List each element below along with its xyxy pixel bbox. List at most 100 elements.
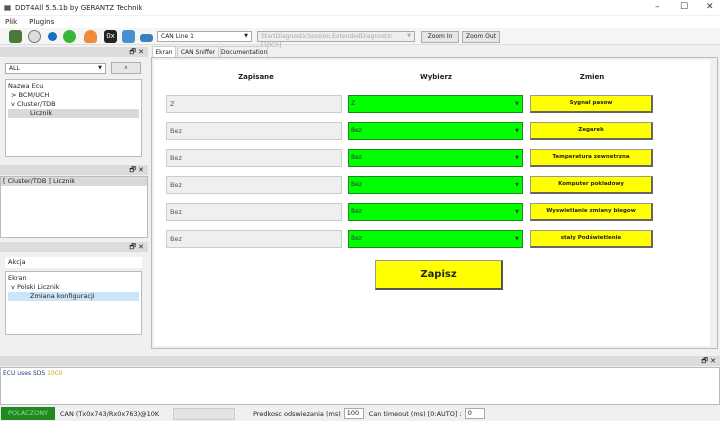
tree-item-licznik[interactable]: Licznik xyxy=(8,109,139,118)
screens-tree: Ekran v Polski Licznik Zmiana konfigurac… xyxy=(5,271,142,335)
timeout-label: Can timeout (ms) [0:AUTO] : xyxy=(368,409,462,418)
minimize-button[interactable]: – xyxy=(655,2,660,12)
tree-header: Nazwa Ecu xyxy=(8,82,44,90)
connection-status: POLACZONY xyxy=(1,407,55,420)
selected-ecu-item[interactable]: [ Cluster/TDB ] Licznik xyxy=(1,177,147,186)
tree-item-polski-licznik[interactable]: v Polski Licznik xyxy=(8,283,139,292)
choice-value: Bez xyxy=(351,127,362,134)
tab-documentation[interactable]: Documentation xyxy=(220,46,268,57)
chevron-down-icon[interactable]: v xyxy=(11,283,15,291)
saved-value-field: Bez xyxy=(166,203,342,221)
change-button[interactable]: Sygnal pasow xyxy=(530,95,653,113)
choice-select[interactable]: Z ▼ xyxy=(348,95,523,113)
change-button[interactable]: Wyswietlanie zmiany biegow xyxy=(530,203,653,221)
chevron-down-icon: ▼ xyxy=(515,209,519,215)
selected-ecu-list: [ Cluster/TDB ] Licznik xyxy=(0,176,148,238)
choice-value: Bez xyxy=(351,235,362,242)
chevron-right-icon[interactable]: > xyxy=(11,91,16,99)
tree-item-bcm[interactable]: > BCM/UCH xyxy=(8,91,139,100)
log-output: ECU uses SDS 10C0 xyxy=(0,367,720,405)
zoom-in-button[interactable]: Zoom In xyxy=(421,31,459,43)
search-ecu-button[interactable]: ⌕ xyxy=(111,62,141,74)
menu-plik[interactable]: Plik xyxy=(5,18,17,26)
refresh-icon[interactable] xyxy=(48,32,57,41)
session-value: StartDiagnosticSession.ExtendedDiagnosti… xyxy=(261,33,393,49)
tree-item-cluster[interactable]: v Cluster/TDB xyxy=(8,100,139,109)
chevron-down-icon: ▼ xyxy=(515,182,519,188)
chevron-down-icon: ▼ xyxy=(244,33,248,39)
choice-value: Bez xyxy=(351,181,362,188)
refresh-spinner[interactable]: 100 xyxy=(343,408,364,419)
refresh-label: Predkosc odswiezania (ms) xyxy=(253,409,341,418)
saved-value-field: Bez xyxy=(166,122,342,140)
filter-value: ALL xyxy=(9,65,20,72)
progress-bar xyxy=(173,407,235,420)
heart-icon[interactable] xyxy=(84,30,97,43)
tree-header: Ekran xyxy=(8,274,27,282)
saved-value-field: Z xyxy=(166,95,342,113)
ecu-connect-icon[interactable] xyxy=(9,30,22,43)
app-icon xyxy=(4,4,11,11)
settings-icon[interactable] xyxy=(122,30,135,43)
choice-select[interactable]: Bez ▼ xyxy=(348,176,523,194)
chevron-down-icon: ▼ xyxy=(515,236,519,242)
ecu-scan-icon[interactable] xyxy=(28,30,41,43)
panel-header-ecu[interactable]: 🗗 ✕ xyxy=(0,47,148,57)
choice-select[interactable]: Bez ▼ xyxy=(348,230,523,248)
status-bar: POLACZONY CAN (Tx0x743/Rx0x763)@10K Pred… xyxy=(0,406,720,421)
change-button[interactable]: Komputer pokladowy xyxy=(530,176,653,194)
choice-select[interactable]: Bez ▼ xyxy=(348,149,523,167)
log-panel-header[interactable]: 🗗 ✕ xyxy=(0,356,720,366)
choice-select[interactable]: Bez ▼ xyxy=(348,122,523,140)
menu-bar: Plik Plugins xyxy=(0,16,720,28)
chevron-down-icon: ▼ xyxy=(515,155,519,161)
log-code: 10C0 xyxy=(47,370,63,377)
window-title: DDT4All 5.5.1b by GERANTZ Technik xyxy=(15,3,143,12)
header-saved: Zapisane xyxy=(238,73,274,81)
choice-select[interactable]: Bez ▼ xyxy=(348,203,523,221)
menu-plugins[interactable]: Plugins xyxy=(29,18,54,26)
chevron-down-icon: ▼ xyxy=(515,128,519,134)
change-button[interactable]: Zegarek xyxy=(530,122,653,140)
chevron-down-icon: ▼ xyxy=(98,65,102,71)
header-choose: Wybierz xyxy=(420,73,452,81)
chevron-down-icon[interactable]: v xyxy=(11,100,15,108)
log-text: ECU uses SDS xyxy=(3,370,46,377)
can-info: CAN (Tx0x743/Rx0x763)@10K xyxy=(60,409,160,418)
saved-value-field: Bez xyxy=(166,149,342,167)
green-circle-icon[interactable] xyxy=(63,30,76,43)
can-line-select[interactable]: CAN Line 1 ▼ xyxy=(157,31,252,42)
filter-select[interactable]: ALL ▼ xyxy=(5,63,106,74)
ecu-tree: Nazwa Ecu > BCM/UCH v Cluster/TDB Liczni… xyxy=(5,79,142,157)
akcja-field[interactable]: Akcja xyxy=(5,257,142,268)
session-select[interactable]: StartDiagnosticSession.ExtendedDiagnosti… xyxy=(257,31,415,49)
maximize-button[interactable]: ☐ xyxy=(680,2,688,12)
search-icon: ⌕ xyxy=(124,64,128,71)
change-button[interactable]: Temperatura zewnetrzna xyxy=(530,149,653,167)
network-icon[interactable] xyxy=(140,34,153,42)
choice-value: Bez xyxy=(351,208,362,215)
choice-value: Bez xyxy=(351,154,362,161)
saved-value-field: Bez xyxy=(166,176,342,194)
can-line-value: CAN Line 1 xyxy=(161,33,194,40)
zoom-out-button[interactable]: Zoom Out xyxy=(462,31,500,43)
tree-label: Cluster/TDB xyxy=(16,100,56,108)
save-button[interactable]: Zapisz xyxy=(375,260,503,290)
tree-item-zmiana-konfiguracji[interactable]: Zmiana konfiguracji xyxy=(8,292,139,301)
title-bar: DDT4All 5.5.1b by GERANTZ Technik xyxy=(0,0,720,15)
tree-label: BCM/UCH xyxy=(18,91,50,99)
timeout-spinner[interactable]: 0 xyxy=(464,408,485,419)
change-button[interactable]: staly Podświetlenie xyxy=(530,230,653,248)
chevron-down-icon: ▼ xyxy=(407,33,411,39)
panel-header-screens[interactable]: 🗗 ✕ xyxy=(0,242,148,252)
choice-value: Z xyxy=(351,100,356,107)
saved-value-field: Bez xyxy=(166,230,342,248)
tab-ekran[interactable]: Ekran xyxy=(152,46,176,57)
chevron-down-icon: ▼ xyxy=(515,101,519,107)
header-change: Zmien xyxy=(579,73,605,81)
tree-label: Polski Licznik xyxy=(16,283,60,291)
panel-header-selected[interactable]: 🗗 ✕ xyxy=(0,165,148,175)
hex-icon[interactable]: 0x xyxy=(104,30,117,43)
tab-can-sniffer[interactable]: CAN Sniffer xyxy=(177,46,219,57)
close-button[interactable]: ✕ xyxy=(706,2,714,12)
